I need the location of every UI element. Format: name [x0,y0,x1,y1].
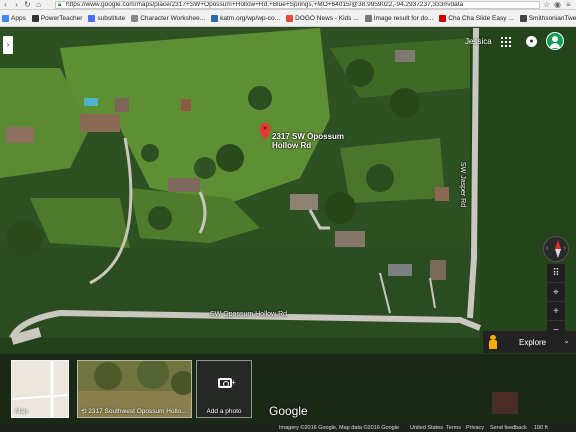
lock-icon: 🔒︎ [58,2,62,8]
forward-icon[interactable]: › [11,0,22,10]
country-link[interactable]: United States [410,424,443,432]
map-card-label: Map [15,408,28,415]
street-photo-card[interactable]: ⟲ 2317 Southwest Opossum Hollo... [77,360,192,418]
road-label-jasper: SW Jasper Rd [459,162,466,208]
bookmark-item[interactable]: katm.org/wp/wp-co... [211,14,281,22]
address-bar-row: ‹ › ↻ ⌂ 🔒︎ https://www.google.com/maps/p… [0,0,576,10]
bookmark-label: DOGO News - Kids ... [295,14,359,22]
explore-bar[interactable]: Explore ⌄ [483,331,576,353]
bookmark-favicon-icon [31,14,39,22]
star-icon[interactable]: ☆ [543,0,550,10]
browser-window: ‹ › ↻ ⌂ 🔒︎ https://www.google.com/maps/p… [0,0,576,432]
bookmark-label: Cha Cha Slide Easy ... [448,14,514,22]
avatar[interactable] [546,32,564,50]
bookmark-favicon-icon [131,14,139,22]
privacy-link[interactable]: Privacy [466,424,484,432]
bookmark-item[interactable]: Character Workshee... [131,14,206,22]
add-photo-label: Add a photo [206,408,242,415]
bookmark-label: SmithsonianTweenT... [528,14,576,22]
my-location-icon[interactable]: ⌖ [547,283,565,302]
camera-icon [218,378,236,388]
bookmark-item[interactable]: SmithsonianTweenT... [519,14,576,22]
back-icon[interactable]: ‹ [0,0,11,10]
bookmark-favicon-icon [286,14,294,22]
scale-label[interactable]: 100 ft [534,424,548,432]
bookmark-item[interactable]: DOGO News - Kids ... [286,14,359,22]
terms-link[interactable]: Terms [446,424,461,432]
user-name: Jessica [465,37,492,46]
side-menu-button[interactable]: › [3,36,13,54]
bookmark-item[interactable]: PowerTeacher [31,14,83,22]
bookmark-favicon-icon [2,14,9,22]
bookmark-favicon-icon [88,14,96,22]
bookmark-label: PowerTeacher [40,14,83,22]
bookmark-favicon-icon [211,14,219,22]
explore-label: Explore [519,337,547,347]
bookmark-favicon-icon [439,14,447,22]
extension-icon[interactable]: ◉ [554,0,561,10]
feedback-link[interactable]: Send feedback [490,424,527,432]
notifications-icon[interactable]: ● [526,36,537,47]
bookmark-item[interactable]: Apps [2,14,26,22]
map-controls: ⠿ ⌖ + − [547,264,565,340]
road-label-opossum: SW Opossum Hollow Rd [210,311,288,318]
bookmark-item[interactable]: substitute [88,14,126,22]
bookmarks-bar: Apps PowerTeacher substitute Character Work… [0,10,576,27]
photo-card-label: ⟲ 2317 Southwest Opossum Hollo... [78,405,191,417]
url-text: https://www.google.com/maps/place/2317+S… [66,1,464,8]
place-label[interactable]: 2317 SW Opossum Hollow Rd [272,132,372,150]
bookmark-label: Apps [11,14,26,22]
chevron-down-icon[interactable]: ⌄ [563,336,570,345]
imagery-credit: Imagery ©2016 Google, Map data ©2016 Goo… [279,425,400,431]
map-footer: Imagery ©2016 Google, Map data ©2016 Goo… [0,424,576,432]
zoom-in-button[interactable]: + [547,302,565,321]
reload-icon[interactable]: ↻ [22,0,33,10]
bookmark-label: katm.org/wp/wp-co... [220,14,281,22]
compass-icon[interactable]: ‹ › [543,236,569,262]
map-view-card[interactable]: Map [11,360,69,418]
photo-grid-icon[interactable]: ⠿ [547,264,565,283]
google-logo: Google [269,404,308,418]
bookmark-favicon-icon [364,14,372,22]
add-photo-card[interactable]: Add a photo [196,360,252,418]
bookmark-label: substitute [97,14,126,22]
home-icon[interactable]: ⌂ [33,0,44,10]
url-input[interactable]: 🔒︎ https://www.google.com/maps/place/231… [55,1,540,9]
pegman-icon[interactable] [486,335,500,349]
bookmark-item[interactable]: Cha Cha Slide Easy ... [439,14,514,22]
chrome-menu-icon[interactable]: ≡ [566,0,571,10]
apps-grid-icon[interactable] [501,37,511,47]
photo-card-text: 2317 Southwest Opossum Hollo... [88,408,187,415]
bookmark-item[interactable]: Image result for do... [364,14,434,22]
bookmark-label: Character Workshee... [140,14,206,22]
bookmark-favicon-icon [519,14,527,22]
bookmark-label: Image result for do... [373,14,434,22]
